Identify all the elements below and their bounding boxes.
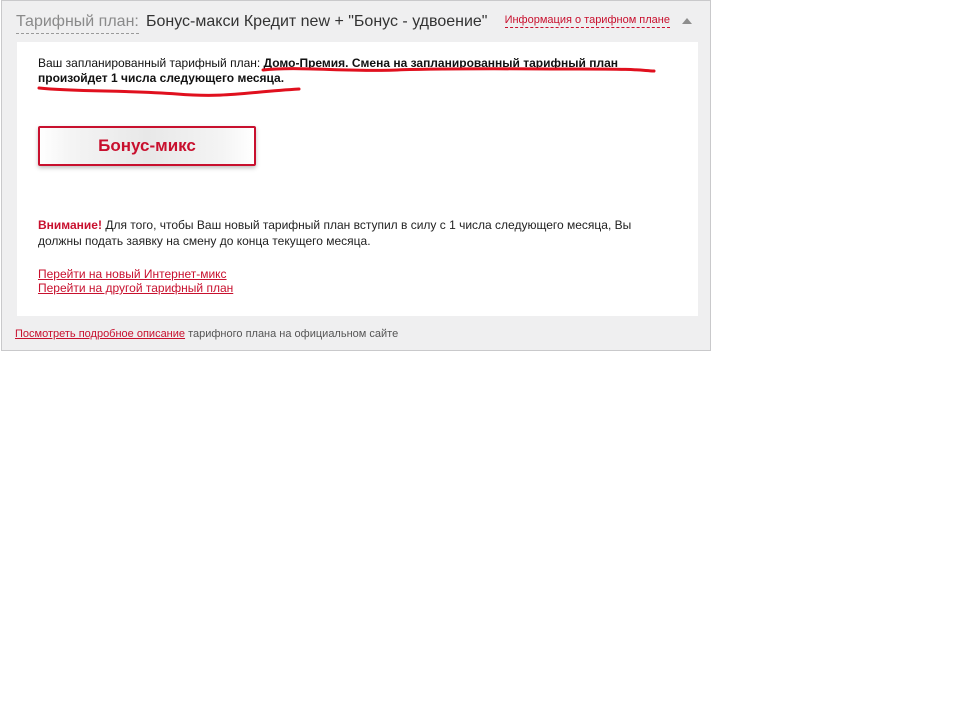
- panel-header: Тарифный план: Бонус-макси Кредит new + …: [16, 11, 700, 35]
- footer-text: Посмотреть подробное описание тарифного …: [15, 327, 398, 341]
- internet-mix-link[interactable]: Перейти на новый Интернет-микс: [38, 267, 227, 281]
- tariff-panel: Тарифный план: Бонус-макси Кредит new + …: [1, 0, 711, 351]
- scheduled-plan-highlight-1: Домо-Премия. Смена на запланированный та…: [263, 56, 618, 70]
- warning-body: Для того, чтобы Ваш новый тарифный план …: [38, 218, 632, 248]
- marker-stroke-2: [37, 86, 301, 97]
- detailed-description-link[interactable]: Посмотреть подробное описание: [15, 328, 185, 340]
- scheduled-plan-highlight-2: произойдет 1 числа следующего месяца.: [38, 71, 285, 85]
- current-plan-name: Бонус-макси Кредит new + "Бонус - удвоен…: [146, 13, 488, 30]
- panel-content: Ваш запланированный тарифный план: Домо-…: [17, 42, 698, 316]
- footer-suffix: тарифного плана на официальном сайте: [185, 328, 399, 340]
- bonus-mix-button[interactable]: Бонус-микс: [38, 126, 256, 166]
- warning-label: Внимание!: [38, 218, 102, 232]
- other-plan-link[interactable]: Перейти на другой тарифный план: [38, 281, 233, 295]
- collapse-arrow-icon[interactable]: [682, 18, 692, 24]
- scheduled-plan-text: Ваш запланированный тарифный план: Домо-…: [38, 56, 658, 86]
- scheduled-plan-label: Ваш запланированный тарифный план:: [38, 56, 264, 70]
- tariff-plan-prefix[interactable]: Тарифный план:: [16, 11, 139, 34]
- plan-info-link[interactable]: Информация о тарифном плане: [504, 13, 670, 28]
- warning-text: Внимание! Для того, чтобы Ваш новый тари…: [38, 217, 668, 249]
